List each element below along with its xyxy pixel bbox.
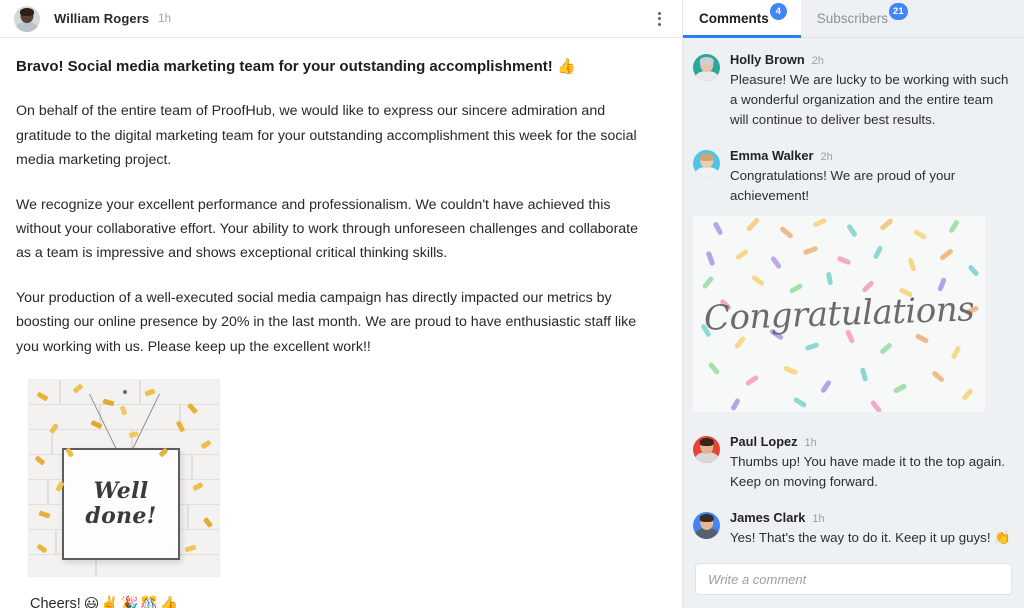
well-done-sign-photo[interactable]: Well done! — [28, 379, 220, 578]
kebab-menu-icon[interactable] — [650, 10, 668, 28]
post-title: Bravo! Social media marketing team for y… — [16, 56, 646, 77]
sign-line-2: done! — [85, 503, 157, 530]
avatar[interactable] — [693, 511, 720, 539]
avatar[interactable] — [693, 435, 720, 463]
list-item: Paul Lopez 1h Thumbs up! You have made i… — [693, 434, 1012, 492]
comments-pane: Comments 4 Subscribers 21 Holly Brown 2h… — [683, 0, 1024, 608]
comment-text-body: Yes! That's the way to do it. Keep it up… — [730, 529, 991, 545]
comment-timestamp: 2h — [820, 150, 833, 163]
comment-timestamp: 2h — [811, 55, 824, 67]
post-signoff: Cheers! 😃✌️🎉🎊👍 — [30, 595, 646, 608]
comment-author: Holly Brown — [730, 52, 805, 67]
app-root: William Rogers 1h Bravo! Social media ma… — [0, 0, 1024, 608]
post-paragraph: On behalf of the entire team of ProofHub… — [16, 103, 637, 169]
clapping-hands-icon: 👏 — [994, 530, 1011, 546]
post-timestamp: 1h — [158, 12, 171, 25]
avatar[interactable] — [693, 54, 720, 81]
tab-comments-badge: 4 — [769, 3, 787, 20]
post-title-text: Bravo! Social media marketing team for y… — [16, 58, 553, 75]
avatar — [14, 5, 40, 32]
comment-composer — [683, 553, 1024, 608]
sign-plate: Well done! — [62, 448, 180, 561]
comment-timestamp: 1h — [804, 436, 817, 449]
signoff-text: Cheers! — [30, 596, 81, 608]
panel-tabs: Comments 4 Subscribers 21 — [683, 0, 1024, 38]
comment-list: Holly Brown 2h Pleasure! We are lucky to… — [683, 38, 1024, 553]
comment-timestamp: 1h — [812, 512, 825, 525]
comment-text: Yes! That's the way to do it. Keep it up… — [730, 528, 1012, 549]
comment-author: Emma Walker — [730, 147, 814, 163]
post-author-name: William Rogers — [54, 11, 150, 26]
signoff-emojis: 😃✌️🎉🎊👍 — [83, 595, 180, 608]
thumbs-up-icon: 👍 — [556, 57, 576, 75]
tab-comments[interactable]: Comments 4 — [683, 0, 801, 38]
tab-comments-label: Comments — [699, 11, 769, 26]
comment-text: Thumbs up! You have made it to the top a… — [730, 453, 1005, 489]
comment-text: Pleasure! We are lucky to be working wit… — [730, 72, 1009, 127]
comment-author: Paul Lopez — [730, 433, 798, 449]
avatar[interactable] — [693, 149, 720, 177]
tab-subscribers[interactable]: Subscribers 21 — [801, 0, 922, 37]
post-pane: William Rogers 1h Bravo! Social media ma… — [0, 0, 683, 608]
sign-text: Well done! — [85, 479, 156, 528]
list-item: Holly Brown 2h Pleasure! We are lucky to… — [693, 52, 1012, 130]
list-item: James Clark 1h Yes! That's the way to do… — [693, 510, 1012, 549]
comment-author: James Clark — [730, 509, 806, 525]
congratulations-card[interactable]: Congratulations — [693, 215, 985, 412]
comment-text: Congratulations! We are proud of your ac… — [730, 167, 956, 203]
tab-subscribers-label: Subscribers — [816, 11, 889, 26]
comment-input[interactable] — [695, 563, 1012, 595]
list-item: Emma Walker 2h Congratulations! We are p… — [693, 148, 1012, 412]
post-body: Bravo! Social media marketing team for y… — [0, 38, 682, 608]
congratulations-text: Congratulations — [703, 288, 975, 339]
post-header: William Rogers 1h — [0, 0, 682, 38]
sign-line-1: Well — [93, 478, 149, 505]
tab-subscribers-badge: 21 — [889, 3, 908, 20]
post-paragraph: We recognize your excellent performance … — [16, 196, 639, 262]
post-paragraph: Your production of a well-executed socia… — [16, 289, 637, 355]
